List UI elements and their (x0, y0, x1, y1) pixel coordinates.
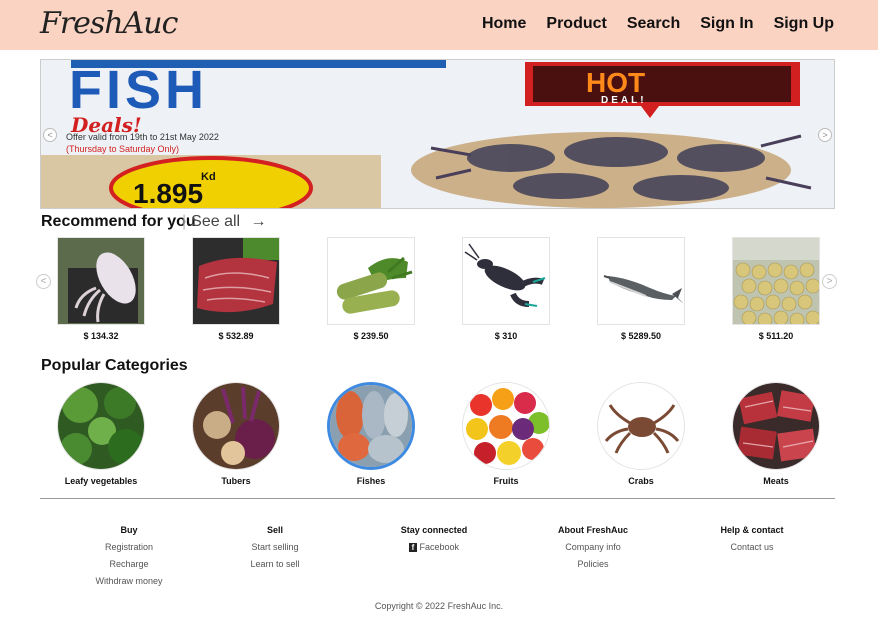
nav-links: Home Product Search Sign In Sign Up (462, 15, 834, 33)
footer-link-withdraw-money[interactable]: Withdraw money (69, 576, 189, 586)
footer-link-start-selling[interactable]: Start selling (215, 542, 335, 552)
wasabi-icon (327, 237, 415, 325)
footer-link-recharge[interactable]: Recharge (69, 559, 189, 569)
footer-link-company-info[interactable]: Company info (533, 542, 653, 552)
arrow-right-icon: → (250, 213, 267, 230)
footer-stay-connected-column: Stay connected f Facebook (374, 525, 494, 559)
banner-next-arrow[interactable]: > (818, 128, 832, 142)
facebook-icon: f (408, 543, 417, 552)
category-name: Fishes (356, 476, 386, 486)
nav-product-link[interactable]: Product (546, 15, 606, 33)
banner-hot: HOT (586, 67, 645, 98)
recommend-title: Recommend for you (41, 213, 196, 230)
product-card[interactable]: $ 134.32 (57, 237, 145, 341)
top-navbar: FreshAuc Home Product Search Sign In Sig… (0, 0, 878, 50)
product-card[interactable]: $ 310 (462, 237, 550, 341)
product-price: $ 239.50 (353, 331, 389, 341)
product-price: $ 310 (494, 331, 518, 341)
leafy-vegetables-icon (57, 382, 145, 470)
nav-sign-in-link[interactable]: Sign In (700, 15, 753, 33)
squid-icon (57, 237, 145, 325)
see-all-link[interactable]: | See all → (182, 213, 267, 231)
facebook-label: Facebook (419, 542, 460, 552)
recommend-prev-arrow[interactable]: < (36, 274, 51, 289)
product-card[interactable]: $ 5289.50 (597, 237, 685, 341)
category-fruits[interactable]: Fruits (461, 382, 551, 486)
meats-icon (732, 382, 820, 470)
banner-price-unit: Kd (201, 171, 216, 183)
crabs-icon (597, 382, 685, 470)
footer-heading: About FreshAuc (557, 525, 628, 535)
category-leafy-vegetables[interactable]: Leafy vegetables (56, 382, 146, 486)
product-price: $ 5289.50 (620, 331, 662, 341)
sturgeon-icon (597, 237, 685, 325)
category-name: Leafy vegetables (64, 476, 138, 486)
footer-help-column: Help & contact Contact us (692, 525, 812, 559)
potatoes-icon (732, 237, 820, 325)
banner-deal: DEAL! (601, 95, 647, 106)
promo-banner[interactable]: FISH Deals! Offer valid from 19th to 21s… (40, 59, 835, 209)
category-meats[interactable]: Meats (731, 382, 821, 486)
banner-offer: Offer valid from 19th to 21st May 2022 (66, 132, 219, 142)
category-name: Tubers (221, 476, 251, 486)
category-crabs[interactable]: Crabs (596, 382, 686, 486)
footer-heading: Stay connected (400, 525, 468, 535)
product-price: $ 532.89 (218, 331, 254, 341)
footer-heading: Buy (120, 525, 138, 535)
recommend-next-arrow[interactable]: > (822, 274, 837, 289)
product-price: $ 134.32 (83, 331, 119, 341)
footer-buy-column: Buy Registration Recharge Withdraw money (69, 525, 189, 593)
tubers-icon (192, 382, 280, 470)
footer-link-learn-to-sell[interactable]: Learn to sell (215, 559, 335, 569)
footer-heading: Sell (266, 525, 283, 535)
fishes-icon (327, 382, 415, 470)
category-name: Fruits (493, 476, 519, 486)
product-card[interactable]: $ 239.50 (327, 237, 415, 341)
banner-headline: FISH (69, 60, 208, 120)
footer-link-facebook[interactable]: f Facebook (374, 542, 494, 552)
separator: | (182, 213, 187, 230)
banner-graphic: FISH Deals! Offer valid from 19th to 21s… (41, 60, 834, 209)
product-price: $ 511.20 (758, 331, 794, 341)
footer-heading: Help & contact (720, 525, 784, 535)
category-name: Meats (763, 476, 789, 486)
nav-home-link[interactable]: Home (482, 15, 526, 33)
nav-sign-up-link[interactable]: Sign Up (774, 15, 834, 33)
categories-title: Popular Categories (41, 357, 188, 374)
product-card[interactable]: $ 532.89 (192, 237, 280, 341)
nav-search-link[interactable]: Search (627, 15, 680, 33)
logo[interactable]: FreshAuc (40, 6, 178, 41)
category-fishes[interactable]: Fishes (326, 382, 416, 486)
see-all-label: See all (191, 213, 241, 230)
category-tubers[interactable]: Tubers (191, 382, 281, 486)
footer-sell-column: Sell Start selling Learn to sell (215, 525, 335, 576)
banner-days: (Thursday to Saturday Only) (66, 144, 179, 154)
footer-about-column: About FreshAuc Company info Policies (533, 525, 653, 576)
fruits-icon (462, 382, 550, 470)
product-card[interactable]: $ 511.20 (732, 237, 820, 341)
lobster-icon (462, 237, 550, 325)
footer-link-contact-us[interactable]: Contact us (692, 542, 812, 552)
category-name: Crabs (628, 476, 654, 486)
footer-link-registration[interactable]: Registration (69, 542, 189, 552)
copyright-text: Copyright © 2022 FreshAuc Inc. (374, 601, 504, 611)
footer-link-policies[interactable]: Policies (533, 559, 653, 569)
steak-icon (192, 237, 280, 325)
footer-divider (40, 498, 835, 499)
banner-prev-arrow[interactable]: < (43, 128, 57, 142)
banner-price: 1.895 (133, 178, 203, 209)
